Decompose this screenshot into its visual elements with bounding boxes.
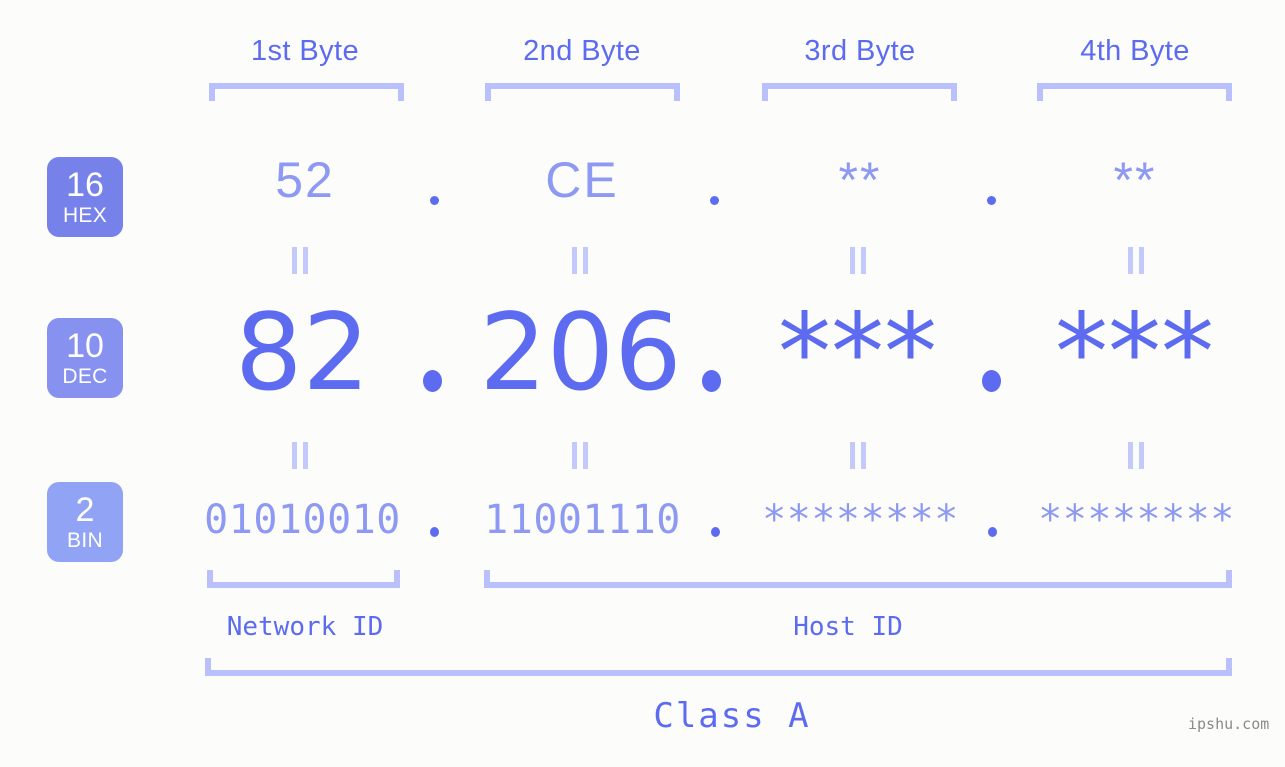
dec-value-byte-4: *** bbox=[1055, 291, 1214, 414]
base-badge-dec-name: DEC bbox=[62, 365, 108, 388]
byte-bracket-top-3 bbox=[762, 83, 957, 101]
base-badge-bin-number: 2 bbox=[75, 491, 95, 529]
hex-value-byte-3: ** bbox=[838, 152, 882, 208]
byte-bracket-top-4 bbox=[1037, 83, 1232, 101]
hex-value-byte-4: ** bbox=[1113, 152, 1157, 208]
equals-mark-dec-bin-3 bbox=[850, 442, 867, 469]
hex-dot-1 bbox=[430, 196, 439, 205]
byte-bracket-top-2 bbox=[485, 83, 680, 101]
base-badge-hex-number: 16 bbox=[66, 166, 104, 204]
dec-dot-1 bbox=[423, 370, 442, 392]
base-badge-bin: 2 BIN bbox=[47, 482, 123, 562]
byte-header-1: 1st Byte bbox=[251, 35, 359, 67]
dec-value-byte-1: 82 bbox=[235, 291, 370, 414]
base-badge-dec-number: 10 bbox=[66, 327, 104, 365]
bin-value-byte-3: ******** bbox=[762, 497, 959, 543]
hex-dot-2 bbox=[710, 196, 719, 205]
base-badge-hex: 16 HEX bbox=[47, 157, 123, 237]
dec-value-byte-3: *** bbox=[778, 291, 937, 414]
dec-dot-3 bbox=[982, 370, 1001, 392]
network-id-bracket bbox=[207, 570, 400, 588]
byte-header-2: 2nd Byte bbox=[523, 35, 641, 67]
host-id-bracket bbox=[484, 570, 1232, 588]
hex-value-byte-2: CE bbox=[545, 152, 619, 208]
ip-byte-breakdown-diagram: 1st Byte 2nd Byte 3rd Byte 4th Byte 16 H… bbox=[0, 0, 1285, 767]
byte-header-4: 4th Byte bbox=[1080, 35, 1190, 67]
equals-mark-dec-bin-2 bbox=[572, 442, 589, 469]
equals-mark-dec-bin-1 bbox=[292, 442, 309, 469]
equals-mark-hex-dec-3 bbox=[850, 247, 867, 274]
equals-mark-hex-dec-1 bbox=[292, 247, 309, 274]
bin-value-byte-1: 01010010 bbox=[204, 497, 401, 543]
equals-mark-hex-dec-2 bbox=[572, 247, 589, 274]
bin-dot-2 bbox=[711, 527, 720, 537]
byte-header-3: 3rd Byte bbox=[804, 35, 916, 67]
byte-bracket-top-1 bbox=[209, 83, 404, 101]
bin-value-byte-4: ******** bbox=[1038, 497, 1235, 543]
equals-mark-dec-bin-4 bbox=[1128, 442, 1145, 469]
bin-dot-1 bbox=[430, 527, 439, 537]
base-badge-hex-name: HEX bbox=[62, 204, 108, 227]
class-label: Class A bbox=[653, 696, 811, 736]
bin-dot-3 bbox=[988, 527, 997, 537]
dec-value-byte-2: 206 bbox=[479, 291, 682, 414]
hex-dot-3 bbox=[987, 196, 996, 205]
base-badge-bin-name: BIN bbox=[67, 529, 103, 552]
class-bracket bbox=[205, 658, 1232, 676]
host-id-label: Host ID bbox=[793, 612, 903, 642]
network-id-label: Network ID bbox=[226, 612, 384, 642]
dec-dot-2 bbox=[702, 370, 721, 392]
hex-value-byte-1: 52 bbox=[275, 152, 335, 208]
site-watermark: ipshu.com bbox=[1188, 715, 1270, 733]
equals-mark-hex-dec-4 bbox=[1128, 247, 1145, 274]
bin-value-byte-2: 11001110 bbox=[484, 497, 681, 543]
base-badge-dec: 10 DEC bbox=[47, 318, 123, 398]
